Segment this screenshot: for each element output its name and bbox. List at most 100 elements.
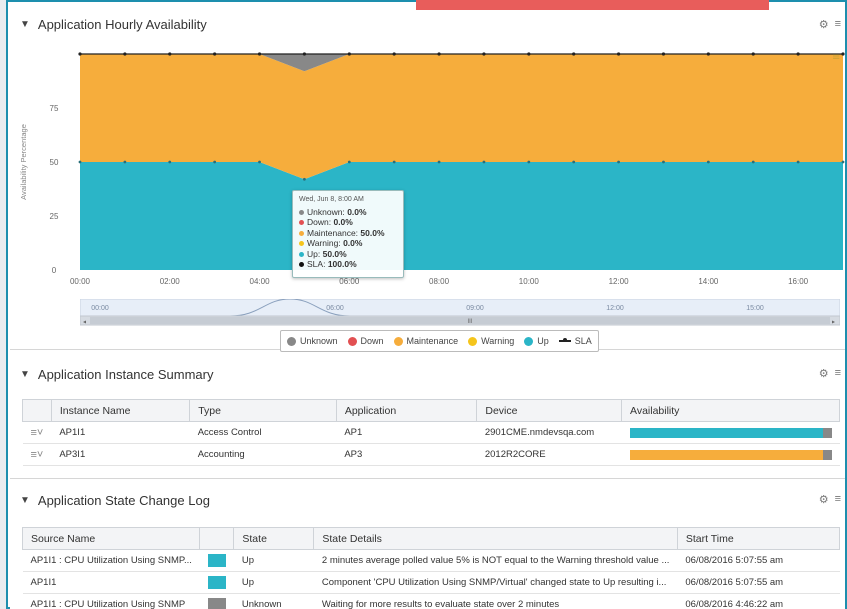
chevron-down-icon[interactable]: ▼ [20, 495, 30, 506]
legend-item-down[interactable]: Down [347, 336, 384, 346]
legend-item-sla[interactable]: SLA [558, 336, 592, 346]
up-point [437, 160, 441, 164]
table-row[interactable]: AP1I1 : CPU Utilization Using SNMP Unknow… [22, 593, 840, 609]
column-header[interactable]: Instance Name [50, 399, 191, 422]
up-point [213, 160, 217, 164]
column-header[interactable]: Start Time [676, 527, 841, 550]
column-header[interactable]: Availability [621, 399, 840, 422]
instance-name-cell[interactable]: AP1I1 [51, 421, 190, 444]
panel-header[interactable]: ▼ Application Hourly Availability [10, 10, 845, 38]
up-point [751, 160, 755, 164]
column-header[interactable]: State [233, 527, 315, 550]
column-header[interactable]: Device [476, 399, 622, 422]
up-point [662, 160, 665, 164]
gear-icon[interactable]: ⚙ [819, 493, 829, 506]
x-tick-label: 12:00 [609, 277, 630, 286]
legend-label: Maintenance [406, 336, 459, 346]
chart-navigator[interactable]: 00:00 06:00 09:00 12:00 15:00 III ◂ ▸ [80, 299, 840, 326]
tooltip-label: Maintenance: [307, 227, 359, 238]
tooltip-label: Up: [307, 248, 321, 259]
chart-menu-icon[interactable]: ≡ [832, 52, 840, 63]
tooltip-value: 50.0% [322, 248, 347, 259]
source-name-cell[interactable]: AP1I1 : CPU Utilization Using SNMP [22, 593, 200, 609]
panel-title: Application Instance Summary [37, 366, 214, 382]
availability-chart[interactable]: Availability Percentage 0 25 50 75 00:00 02:00… [10, 38, 845, 298]
sla-point [123, 52, 127, 56]
table-row[interactable]: AP1I1 Up Component 'CPU Utilization Using … [22, 571, 840, 594]
up-point [347, 160, 351, 164]
chevron-down-icon[interactable]: ▼ [20, 369, 30, 380]
type-cell: Access Control [189, 421, 337, 444]
x-tick-label: 00:00 [70, 277, 91, 286]
sla-point [302, 52, 307, 56]
navigator-scroll-thumb[interactable] [90, 317, 830, 324]
up-point [796, 160, 800, 164]
up-point [841, 160, 845, 164]
legend-label: Warning [481, 336, 515, 346]
tooltip-value: 100.0% [327, 259, 357, 269]
availability-cell [621, 421, 840, 444]
tooltip-value: 0.0% [347, 206, 367, 217]
up-point [303, 177, 306, 181]
column-header[interactable]: Application [335, 399, 478, 422]
sla-line-icon [558, 338, 571, 342]
menu-icon[interactable]: ≡ [835, 18, 841, 31]
row-menu-icon[interactable]: ≡˅ [22, 421, 52, 444]
state-swatch-cell [199, 571, 234, 594]
instance-name-cell[interactable]: AP3I1 [51, 443, 190, 466]
column-header[interactable]: Source Name [21, 527, 201, 550]
state-swatch [207, 554, 226, 567]
legend-dot-icon [393, 336, 403, 346]
source-name-cell[interactable]: AP1I1 [22, 571, 200, 594]
column-header[interactable]: State Details [313, 527, 678, 550]
row-menu-icon[interactable]: ≡˅ [22, 443, 52, 466]
legend-dot-icon [347, 336, 357, 346]
device-cell: 2012R2CORE [476, 443, 622, 466]
table-header-row: Source Name State State Details Start Ti… [21, 527, 841, 550]
panel-header[interactable]: ▼ Application Instance Summary [10, 359, 845, 389]
tooltip-dot [299, 209, 304, 215]
instance-summary-panel: ▼ Application Instance Summary ⚙ ≡ Insta… [10, 359, 845, 479]
up-point [527, 160, 531, 164]
sla-point [751, 52, 755, 56]
y-tick-label: 0 [52, 266, 57, 275]
navigator-handle: III [467, 319, 472, 325]
panel-header[interactable]: ▼ Application State Change Log [10, 485, 845, 515]
x-tick-label: 04:00 [250, 277, 271, 286]
maintenance-area [80, 54, 843, 180]
table-row[interactable]: ≡˅ AP1I1 Access Control AP1 2901CME.nmdevsqa… [22, 421, 840, 444]
table-row[interactable]: ≡˅ AP3I1 Accounting AP3 2012R2CORE [22, 443, 840, 466]
availability-cell [621, 443, 840, 466]
sla-point [706, 52, 710, 56]
legend-item-up[interactable]: Up [524, 336, 549, 346]
table-row[interactable]: AP1I1 : CPU Utilization Using SNMP... Up 2… [22, 549, 840, 572]
chart-legend: Unknown Down Maintenance Warning Up SLA [280, 330, 599, 352]
column-header[interactable]: Type [189, 399, 337, 422]
tooltip-row: SLA: 100.0% [299, 259, 397, 270]
scroll-left-arrow[interactable]: ◂ [83, 319, 86, 326]
legend-item-warning[interactable]: Warning [468, 336, 514, 346]
legend-item-unknown[interactable]: Unknown [287, 336, 338, 346]
scroll-right-arrow[interactable]: ▸ [832, 319, 835, 326]
source-name-cell[interactable]: AP1I1 : CPU Utilization Using SNMP... [22, 549, 200, 572]
menu-icon[interactable]: ≡ [835, 493, 841, 506]
start-time-cell: 06/08/2016 4:46:22 am [677, 593, 840, 609]
up-point [482, 160, 486, 164]
x-tick-label: 14:00 [698, 277, 719, 286]
legend-label: SLA [574, 336, 592, 346]
state-swatch [207, 576, 226, 589]
legend-label: Unknown [300, 336, 338, 346]
tooltip-label: Down: [307, 217, 332, 227]
tooltip-row: Maintenance: 50.0% [299, 228, 397, 239]
tooltip-dot [299, 230, 304, 236]
x-tick-label: 02:00 [160, 277, 181, 286]
chevron-down-icon[interactable]: ▼ [20, 19, 30, 30]
gear-icon[interactable]: ⚙ [819, 367, 829, 380]
gear-icon[interactable]: ⚙ [819, 18, 829, 31]
legend-label: Up [537, 336, 549, 346]
tooltip-value: 0.0% [343, 238, 363, 248]
hourly-availability-panel: ▼ Application Hourly Availability ⚙ ≡ Av… [10, 10, 845, 352]
legend-item-maintenance[interactable]: Maintenance [393, 336, 459, 346]
application-cell: AP3 [336, 443, 477, 466]
menu-icon[interactable]: ≡ [835, 367, 841, 380]
